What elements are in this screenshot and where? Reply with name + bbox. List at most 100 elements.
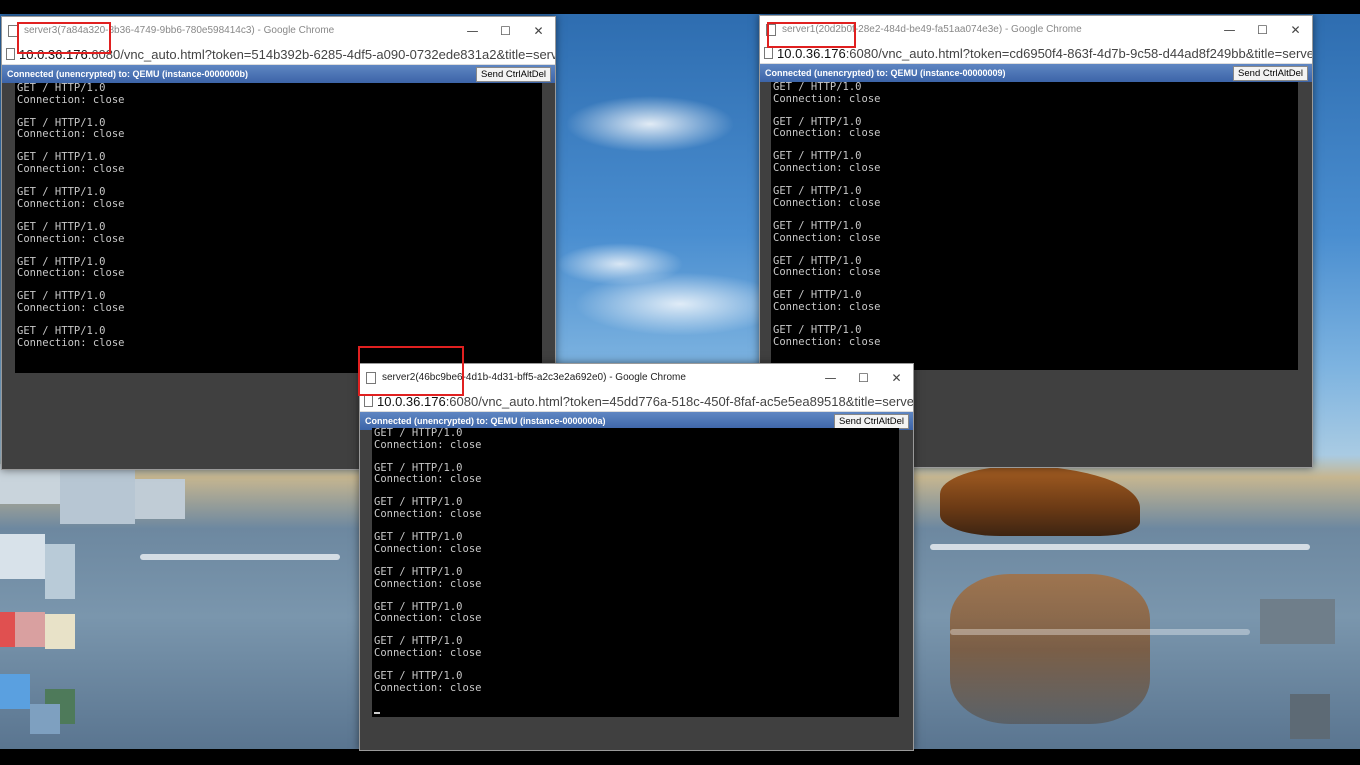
address-bar[interactable]: 10.0.36.176:6080/vnc_auto.html?token=cd6…	[760, 43, 1312, 64]
maximize-icon[interactable]: ☐	[489, 17, 522, 44]
vnc-status-bar: Connected (unencrypted) to: QEMU (instan…	[760, 64, 1312, 82]
url-text[interactable]: 10.0.36.176:6080/vnc_auto.html?token=cd6…	[777, 46, 1312, 61]
console-request-block: GET / HTTP/1.0 Connection: close	[773, 255, 1298, 279]
url-text[interactable]: 10.0.36.176:6080/vnc_auto.html?token=514…	[19, 47, 555, 62]
console-request-block: GET / HTTP/1.0 Connection: close	[374, 565, 899, 590]
send-ctrlaltdel-button[interactable]: Send CtrlAltDel	[476, 66, 551, 82]
minimize-icon[interactable]: —	[1213, 16, 1246, 43]
console-header-line: Connection: close	[374, 681, 482, 694]
console-request-block: GET / HTTP/1.0 Connection: close	[17, 291, 542, 314]
console-header-line: Connection: close	[374, 438, 482, 451]
console-header-line: Connection: close	[374, 542, 482, 555]
console-request-block: GET / HTTP/1.0 Connection: close	[17, 117, 542, 141]
console-header-line: Connection: close	[374, 577, 482, 590]
page-icon	[6, 48, 15, 60]
console-header-line: Connection: close	[773, 196, 881, 209]
minimize-icon[interactable]: —	[456, 17, 489, 44]
console-header-line: Connection: close	[773, 162, 881, 175]
console-request-block: GET / HTTP/1.0 Connection: close	[374, 636, 899, 659]
console-request-block: GET / HTTP/1.0 Connection: close	[17, 324, 542, 349]
wallpaper-reflection	[950, 574, 1150, 724]
browser-window-server2[interactable]: server2(46bc9be6-4d1b-4d31-bff5-a2c3e2a6…	[359, 363, 914, 751]
wallpaper-rock	[940, 466, 1140, 536]
console-request-block: GET / HTTP/1.0 Connection: close	[374, 497, 899, 520]
vnc-console[interactable]: GET / HTTP/1.0 Connection: close GET / HTT…	[771, 82, 1298, 370]
maximize-icon[interactable]: ☐	[1246, 16, 1279, 43]
console-request-block: GET / HTTP/1.0 Connection: close	[773, 185, 1298, 209]
minimize-icon[interactable]: —	[814, 364, 847, 391]
vnc-status-text: Connected (unencrypted) to: QEMU (instan…	[7, 69, 249, 79]
vnc-status-text: Connected (unencrypted) to: QEMU (instan…	[765, 68, 1006, 78]
console-header-line: Connection: close	[374, 612, 482, 625]
maximize-icon[interactable]: ☐	[847, 364, 880, 391]
console-request-line: GET / HTTP/1.0	[374, 669, 463, 682]
console-request-line: GET / HTTP/1.0	[773, 82, 862, 93]
close-icon[interactable]: ✕	[880, 364, 913, 391]
send-ctrlaltdel-button[interactable]: Send CtrlAltDel	[1233, 65, 1308, 81]
vnc-console[interactable]: GET / HTTP/1.0 Connection: close GET / HTT…	[15, 83, 542, 373]
console-request-line: GET / HTTP/1.0	[374, 565, 463, 578]
window-titlebar[interactable]: server2(46bc9be6-4d1b-4d31-bff5-a2c3e2a6…	[360, 364, 913, 391]
console-request-block: GET / HTTP/1.0 Connection: close	[374, 601, 899, 625]
vnc-console[interactable]: GET / HTTP/1.0 Connection: close GET / HTT…	[372, 428, 899, 717]
console-header-line: Connection: close	[374, 473, 482, 486]
console-request-line: GET / HTTP/1.0	[17, 324, 106, 337]
address-bar[interactable]: 10.0.36.176:6080/vnc_auto.html?token=45d…	[360, 391, 913, 412]
console-request-block: GET / HTTP/1.0 Connection: close	[374, 428, 899, 451]
console-request-block: GET / HTTP/1.0 Connection: close	[773, 219, 1298, 244]
vnc-status-bar: Connected (unencrypted) to: QEMU (instan…	[2, 65, 555, 83]
console-request-block: GET / HTTP/1.0 Connection: close	[17, 220, 542, 245]
wallpaper-wave	[140, 554, 340, 560]
console-request-line: GET / HTTP/1.0	[773, 219, 862, 232]
console-header-line: Connection: close	[17, 93, 125, 106]
page-icon	[764, 47, 773, 59]
send-ctrlaltdel-button[interactable]: Send CtrlAltDel	[834, 413, 909, 429]
console-header-line: Connection: close	[17, 336, 125, 349]
console-header-line: Connection: close	[17, 128, 125, 141]
window-title: server1(20d2b0f-28e2-484d-be49-fa51aa074…	[782, 24, 1082, 35]
wallpaper-wave	[930, 544, 1310, 550]
console-header-line: Connection: close	[773, 300, 881, 313]
url-text[interactable]: 10.0.36.176:6080/vnc_auto.html?token=45d…	[377, 394, 913, 409]
window-title: server2(46bc9be6-4d1b-4d31-bff5-a2c3e2a6…	[382, 372, 686, 383]
console-header-line: Connection: close	[17, 301, 125, 314]
console-header-line: Connection: close	[773, 231, 881, 244]
page-icon	[364, 395, 373, 407]
console-header-line: Connection: close	[17, 197, 125, 210]
console-cursor	[374, 711, 380, 714]
console-header-line: Connection: close	[17, 163, 125, 176]
close-icon[interactable]: ✕	[522, 17, 555, 44]
console-request-line: GET / HTTP/1.0	[17, 83, 106, 94]
console-request-block: GET / HTTP/1.0 Connection: close	[374, 531, 899, 555]
console-request-block: GET / HTTP/1.0 Connection: close	[374, 462, 899, 486]
console-header-line: Connection: close	[374, 508, 482, 521]
console-request-block: GET / HTTP/1.0 Connection: close	[17, 186, 542, 210]
console-request-block: GET / HTTP/1.0 Connection: close	[773, 151, 1298, 174]
page-icon	[8, 24, 18, 37]
console-request-block: GET / HTTP/1.0 Connection: close	[773, 116, 1298, 140]
console-request-block: GET / HTTP/1.0 Connection: close	[374, 669, 899, 694]
console-request-block: GET / HTTP/1.0 Connection: close	[773, 290, 1298, 313]
address-bar[interactable]: 10.0.36.176:6080/vnc_auto.html?token=514…	[2, 44, 555, 65]
console-header-line: Connection: close	[773, 266, 881, 279]
vnc-status-text: Connected (unencrypted) to: QEMU (instan…	[365, 416, 606, 426]
console-request-line: GET / HTTP/1.0	[17, 220, 106, 233]
page-icon	[366, 371, 376, 384]
close-icon[interactable]: ✕	[1279, 16, 1312, 43]
window-titlebar[interactable]: server1(20d2b0f-28e2-484d-be49-fa51aa074…	[760, 16, 1312, 43]
console-header-line: Connection: close	[773, 335, 881, 348]
console-header-line: Connection: close	[17, 232, 125, 245]
page-icon	[766, 23, 776, 36]
console-request-line: GET / HTTP/1.0	[773, 323, 862, 336]
console-request-block: GET / HTTP/1.0 Connection: close	[773, 82, 1298, 105]
console-request-block: GET / HTTP/1.0 Connection: close	[773, 323, 1298, 348]
window-titlebar[interactable]: server3(7a84a320-8b36-4749-9bb6-780e5984…	[2, 17, 555, 44]
wallpaper-wave	[950, 629, 1250, 635]
window-title: server3(7a84a320-8b36-4749-9bb6-780e5984…	[24, 25, 335, 36]
console-header-line: Connection: close	[773, 127, 881, 140]
console-header-line: Connection: close	[374, 646, 482, 659]
console-request-block: GET / HTTP/1.0 Connection: close	[17, 83, 542, 106]
console-header-line: Connection: close	[773, 92, 881, 105]
console-header-line: Connection: close	[17, 267, 125, 280]
console-request-block: GET / HTTP/1.0 Connection: close	[17, 152, 542, 175]
